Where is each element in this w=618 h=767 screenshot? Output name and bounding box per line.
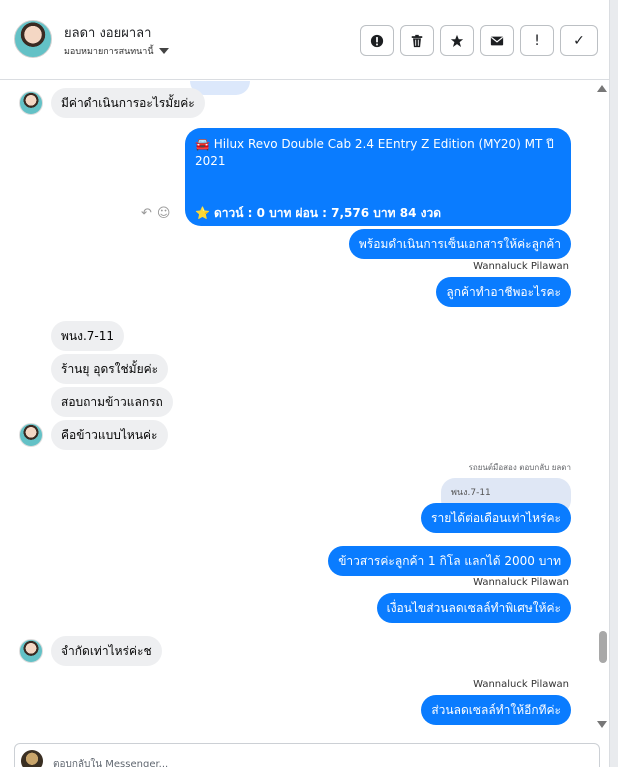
mark-unread-button[interactable] [480,25,514,56]
reply-input[interactable]: ตอบกลับใน Messenger... [53,757,168,767]
conversation-toolbar: ! ✓ [360,25,598,56]
outgoing-message[interactable]: เงื่อนไขส่วนลดเซลล์ทำพิเศษให้ค่ะ [376,593,571,623]
star-emoji-icon: ⭐ [195,206,210,220]
mark-done-button[interactable]: ✓ [560,25,598,56]
scroll-up-arrow-icon[interactable] [597,85,607,92]
contact-avatar-small [19,423,43,447]
vehicle-offer-promo: ⭐ ดาวน์ : 0 บาท ผ่อน : 7,576 บาท 84 งวด [195,205,561,222]
scroll-down-arrow-icon[interactable] [597,721,607,728]
mark-spam-button[interactable] [360,25,394,56]
vehicle-offer-price: ดาวน์ : 0 บาท ผ่อน : 7,576 บาท 84 งวด [213,206,441,220]
conversation-header: ยลดา งอยผาลา มอบหมายการสนทนานี้ ! ✓ [0,0,609,80]
sender-name: Wannaluck Pilawan [473,577,569,588]
conversation-panel: ยลดา งอยผาลา มอบหมายการสนทนานี้ ! ✓ มีค่… [0,0,610,767]
incoming-message[interactable]: ร้านยุ อุดรใช่มั้ยค่ะ [51,354,169,384]
outgoing-message[interactable]: ลูกค้าทำอาชีพอะไรคะ [436,277,571,307]
emoji-react-icon[interactable]: ☺ [157,206,171,221]
reply-context-label: รถยนต์มือสอง ตอบกลับ ยลดา [468,463,571,472]
quoted-message-text: พนง.7-11 [451,488,491,498]
message-thread[interactable]: มีค่าดำเนินการอะไรมั้ยค่ะ 🚘 Hilux Revo D… [0,81,609,737]
contact-name[interactable]: ยลดา งอยผาลา [64,22,151,43]
outgoing-message[interactable]: ข้าวสารค่ะลูกค้า 1 กิโล แลกได้ 2000 บาท [328,546,571,576]
outgoing-message[interactable]: รายได้ต่อเดือนเท่าไหร่คะ [421,503,571,533]
star-icon [450,34,464,47]
reply-composer[interactable]: ตอบกลับใน Messenger... [14,743,600,767]
page-avatar [21,750,43,767]
message-actions: ↶ ☺ [141,206,170,221]
incoming-message[interactable]: จำกัดเท่าไหร่ค่ะช [51,636,162,666]
outgoing-message[interactable]: ส่วนลดเซลล์ทำให้อีกทีค่ะ [421,695,571,725]
sender-name: Wannaluck Pilawan [473,261,569,272]
caret-down-icon [158,48,169,54]
incoming-message[interactable]: มีค่าดำเนินการอะไรมั้ยค่ะ [51,88,205,118]
incoming-message[interactable]: สอบถามข้าวแลกรถ [51,387,173,417]
star-button[interactable] [440,25,474,56]
outgoing-message[interactable]: พร้อมดำเนินการเซ็นเอกสารให้ค่ะลูกค้า [348,229,571,259]
incoming-message[interactable]: คือข้าวแบบไหนค่ะ [51,420,168,450]
contact-avatar-small [19,91,43,115]
assign-conversation-dropdown[interactable]: มอบหมายการสนทนานี้ [64,44,169,58]
envelope-icon [490,36,504,45]
check-icon: ✓ [573,32,585,49]
scrollbar-thumb[interactable] [599,631,607,663]
exclamation-icon: ! [534,32,540,49]
delete-button[interactable] [400,25,434,56]
follow-up-button[interactable]: ! [520,25,554,56]
vehicle-offer-card[interactable]: 🚘 Hilux Revo Double Cab 2.4 EEntry Z Edi… [185,128,571,226]
trash-icon [411,34,423,47]
alert-circle-icon [370,34,384,47]
contact-avatar[interactable] [14,20,52,58]
vehicle-offer-title: 🚘 Hilux Revo Double Cab 2.4 EEntry Z Edi… [195,137,554,168]
assign-label: มอบหมายการสนทนานี้ [64,47,154,57]
reply-icon[interactable]: ↶ [141,206,152,221]
incoming-message[interactable]: พนง.7-11 [51,321,125,351]
contact-avatar-small [19,639,43,663]
sender-name: Wannaluck Pilawan [473,679,569,690]
